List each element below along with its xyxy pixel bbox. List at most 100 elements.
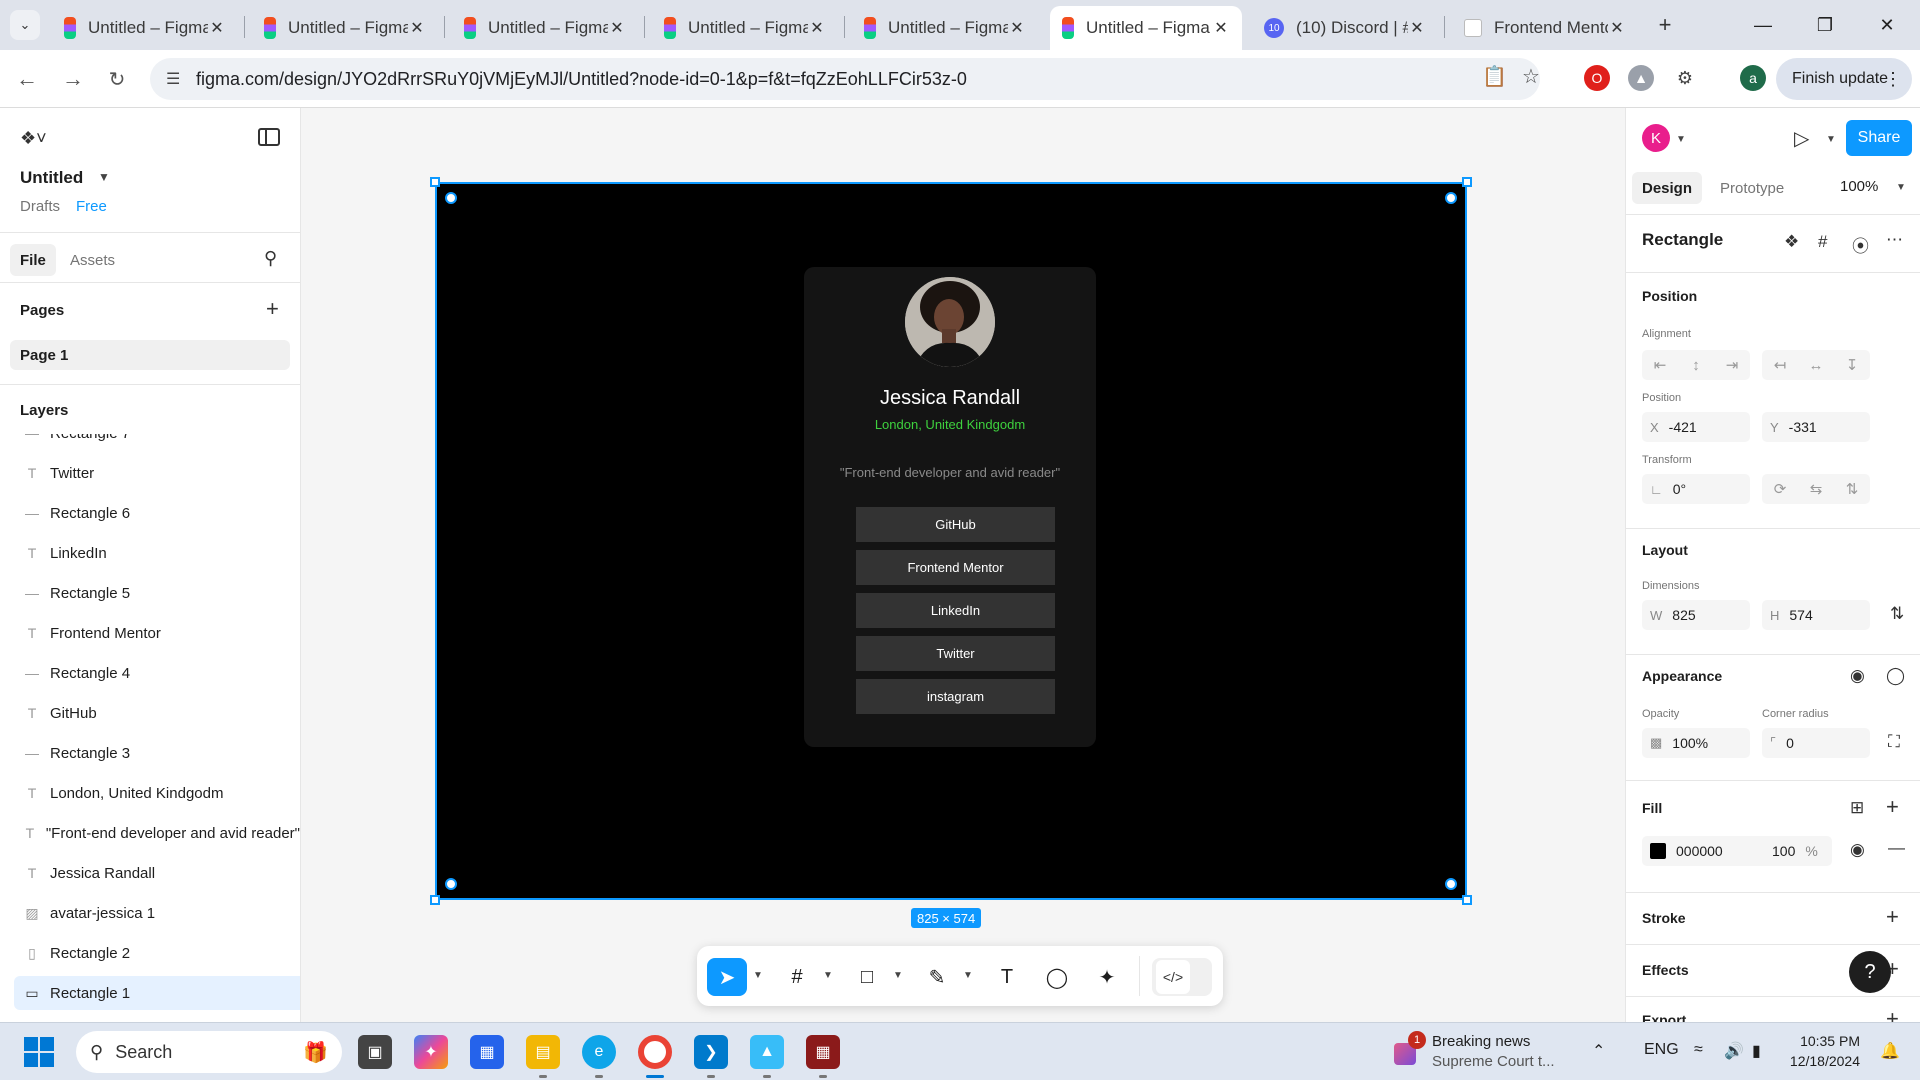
browser-tab[interactable]: Frontend Mento ✕ — [1452, 6, 1638, 50]
figma-main-menu-icon[interactable]: ❖˅ — [20, 128, 47, 149]
file-title[interactable]: Untitled — [20, 168, 83, 188]
profile-avatar[interactable]: a — [1740, 65, 1766, 91]
tab-file[interactable]: File — [10, 244, 56, 276]
link-button-frontend-mentor[interactable]: Frontend Mentor — [856, 550, 1055, 585]
present-play-icon[interactable]: ▷ — [1794, 126, 1809, 151]
close-tab-icon[interactable]: ✕ — [1212, 18, 1230, 38]
chevron-down-icon[interactable]: ▼ — [1826, 134, 1836, 145]
frame-tool-icon[interactable]: # — [777, 958, 817, 996]
component-icon[interactable]: ❖ — [1784, 232, 1799, 252]
resize-handle-top-left[interactable] — [430, 177, 440, 187]
chevron-down-icon[interactable]: ▼ — [1896, 182, 1906, 193]
height-field[interactable]: H 574 — [1762, 600, 1870, 630]
link-button-twitter[interactable]: Twitter — [856, 636, 1055, 671]
layer-row[interactable]: — Rectangle 3 — [14, 736, 300, 770]
browser-tab[interactable]: Untitled – Figma ✕ — [652, 6, 838, 50]
browser-tab[interactable]: Untitled – Figma ✕ — [52, 6, 238, 50]
chevron-down-icon[interactable]: ▼ — [98, 170, 110, 184]
clipboard-icon[interactable]: 📋 — [1482, 64, 1507, 89]
chevron-down-icon[interactable]: ▼ — [823, 970, 833, 981]
close-tab-icon[interactable]: ✕ — [408, 18, 426, 38]
constrain-proportions-icon[interactable]: ⇅ — [1890, 604, 1904, 624]
layer-row[interactable]: T Twitter — [14, 456, 300, 490]
chrome-icon[interactable] — [638, 1035, 672, 1069]
boolean-ops-icon[interactable]: ⦿ — [1852, 232, 1869, 257]
tab-prototype[interactable]: Prototype — [1710, 172, 1794, 204]
add-fill-icon[interactable]: + — [1886, 794, 1899, 820]
layer-row[interactable]: T GitHub — [14, 696, 300, 730]
close-tab-icon[interactable]: ✕ — [1608, 18, 1626, 38]
battery-icon[interactable]: ▮ — [1752, 1041, 1761, 1061]
rotate-icon[interactable]: ⟳ — [1762, 474, 1798, 504]
layer-row[interactable]: T "Front-end developer and avid reader" — [14, 816, 300, 850]
maximize-button[interactable]: ❐ — [1794, 0, 1856, 50]
link-button-instagram[interactable]: instagram — [856, 679, 1055, 714]
y-position-field[interactable]: Y -331 — [1762, 412, 1870, 442]
close-window-button[interactable]: ✕ — [1856, 0, 1918, 50]
address-bar[interactable]: ☰ figma.com/design/JYO2dRrrSRuY0jVMjEyMJ… — [150, 58, 1540, 100]
page-item[interactable]: Page 1 — [10, 340, 290, 370]
align-right-icon[interactable]: ⇥ — [1714, 350, 1750, 380]
layer-row[interactable]: T Jessica Randall — [14, 856, 300, 890]
independent-corners-icon[interactable]: ⛶ — [1888, 732, 1900, 752]
bookmark-star-icon[interactable]: ☆ — [1522, 64, 1540, 89]
drafts-link[interactable]: Drafts — [20, 198, 60, 215]
plan-badge[interactable]: Free — [76, 198, 107, 215]
forward-button[interactable]: → — [56, 62, 90, 96]
winrar-icon[interactable]: ▦ — [806, 1035, 840, 1069]
news-widget[interactable]: 1 Breaking news Supreme Court t... — [1392, 1031, 1572, 1075]
fill-color-field[interactable]: 000000 100 % — [1642, 836, 1832, 866]
opacity-field[interactable]: ▩ 100% — [1642, 728, 1750, 758]
sidebar-toggle-icon[interactable] — [258, 128, 280, 146]
taskbar-search[interactable]: ⚲ Search 🎁 — [76, 1031, 342, 1073]
corner-radius-handle[interactable] — [445, 192, 457, 204]
reload-button[interactable]: ↻ — [100, 62, 134, 96]
chevron-down-icon[interactable]: ▼ — [963, 970, 973, 981]
notifications-bell-icon[interactable]: 🔔 — [1880, 1041, 1900, 1061]
edge-icon[interactable]: e — [582, 1035, 616, 1069]
add-stroke-icon[interactable]: + — [1886, 904, 1899, 930]
selected-rectangle[interactable]: Jessica Randall London, United Kindgodm … — [435, 182, 1467, 900]
visibility-eye-icon[interactable]: ◉ — [1850, 666, 1865, 686]
add-page-icon[interactable]: + — [266, 296, 279, 322]
zoom-level[interactable]: 100% — [1840, 178, 1878, 195]
corner-radius-handle[interactable] — [1445, 192, 1457, 204]
align-bottom-icon[interactable]: ↧ — [1834, 350, 1870, 380]
profile-card[interactable]: Jessica Randall London, United Kindgodm … — [804, 267, 1096, 747]
link-button-linkedin[interactable]: LinkedIn — [856, 593, 1055, 628]
rotation-field[interactable]: ∟ 0° — [1642, 474, 1750, 504]
align-center-h-icon[interactable]: ↕ — [1678, 350, 1714, 380]
minimize-button[interactable]: — — [1732, 0, 1794, 50]
layer-row[interactable]: ▭ Rectangle 1 — [14, 976, 300, 1010]
blend-mode-icon[interactable]: ◯ — [1886, 666, 1905, 686]
align-top-icon[interactable]: ↤ — [1762, 350, 1798, 380]
resize-handle-top-right[interactable] — [1462, 177, 1472, 187]
chevron-down-icon[interactable]: ▼ — [753, 970, 763, 981]
layer-row[interactable]: T Frontend Mentor — [14, 616, 300, 650]
corner-radius-handle[interactable] — [1445, 878, 1457, 890]
tab-search-button[interactable]: ⌄ — [10, 10, 40, 40]
layer-row[interactable]: T London, United Kindgodm — [14, 776, 300, 810]
align-center-v-icon[interactable]: ↔ — [1798, 350, 1834, 380]
corner-radius-field[interactable]: ⌜ 0 — [1762, 728, 1870, 758]
resize-handle-bottom-left[interactable] — [430, 895, 440, 905]
add-export-icon[interactable]: + — [1886, 1006, 1899, 1022]
opera-extension-icon[interactable]: O — [1584, 65, 1610, 91]
layer-row[interactable]: ▨ avatar-jessica 1 — [14, 896, 300, 930]
close-tab-icon[interactable]: ✕ — [608, 18, 626, 38]
search-icon[interactable]: ⚲ — [264, 248, 277, 269]
text-tool-icon[interactable]: T — [987, 958, 1027, 996]
back-button[interactable]: ← — [10, 62, 44, 96]
chevron-down-icon[interactable]: ▼ — [893, 970, 903, 981]
shield-extension-icon[interactable]: ▲ — [1628, 65, 1654, 91]
site-info-icon[interactable]: ☰ — [166, 69, 196, 89]
fill-swatch[interactable] — [1650, 843, 1666, 859]
dev-mode-toggle[interactable]: </> — [1152, 958, 1212, 996]
vscode-icon[interactable]: ❯ — [694, 1035, 728, 1069]
browser-tab[interactable]: Untitled – Figma ✕ — [1050, 6, 1242, 50]
task-view-icon[interactable]: ▣ — [358, 1035, 392, 1069]
corner-radius-handle[interactable] — [445, 878, 457, 890]
comment-tool-icon[interactable]: ◯ — [1037, 958, 1077, 996]
more-options-icon[interactable]: ⋯ — [1886, 230, 1903, 250]
close-tab-icon[interactable]: ✕ — [1008, 18, 1026, 38]
